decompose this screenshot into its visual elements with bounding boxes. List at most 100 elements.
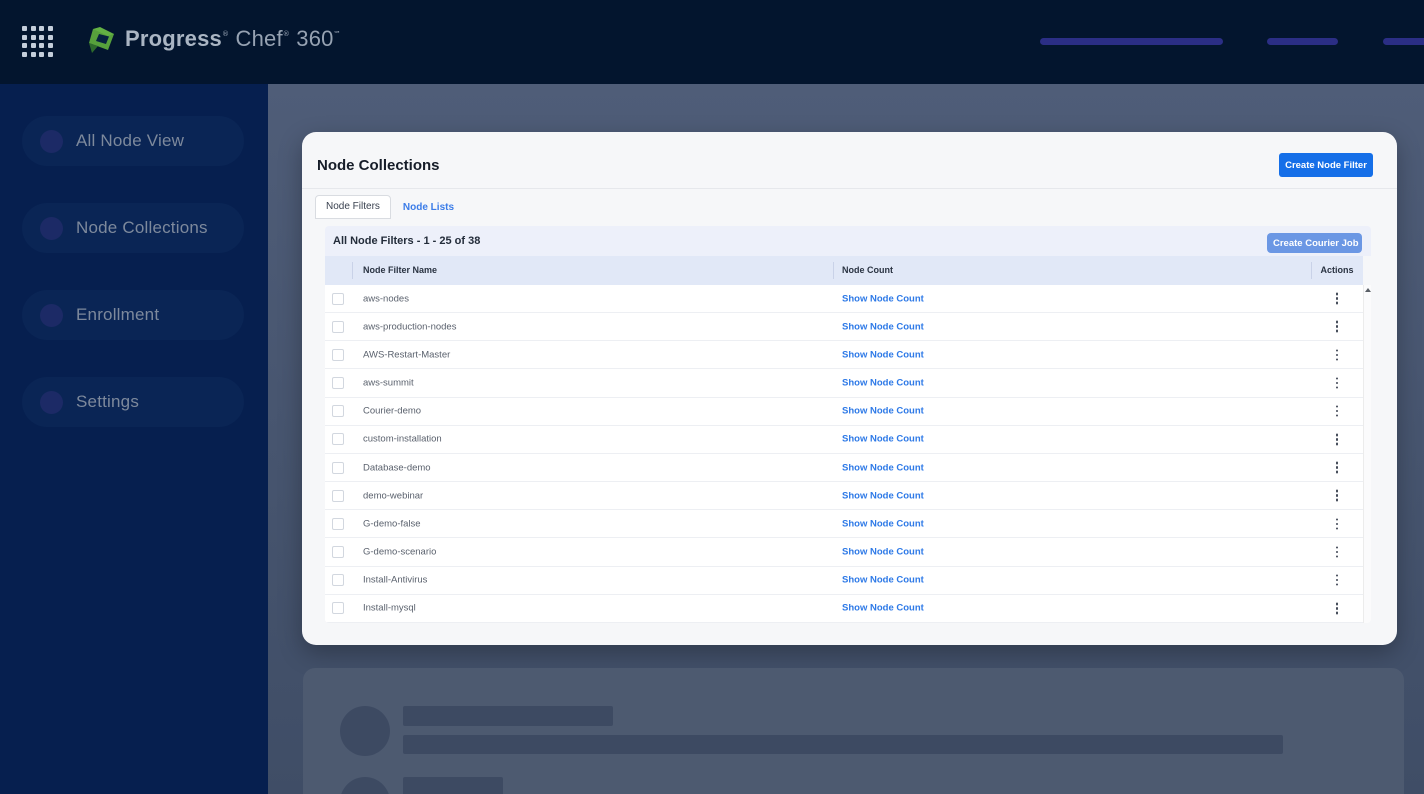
table-row: G-demo-false Show Node Count (325, 510, 1363, 539)
tab-node-lists[interactable]: Node Lists (391, 197, 464, 219)
sidebar-item[interactable]: Enrollment (22, 290, 244, 340)
node-filter-name: G-demo-false (363, 518, 421, 530)
sidebar-nav: All Node View Node Collections Enrollmen… (0, 84, 268, 427)
row-checkbox[interactable] (332, 517, 344, 530)
skeleton-bar (403, 777, 503, 794)
node-filter-name: aws-summit (363, 377, 414, 389)
table-row: aws-summit Show Node Count (325, 369, 1363, 398)
sidebar-item[interactable]: Settings (22, 377, 244, 427)
content-area: Node Collections Create Node Filter Node… (268, 84, 1424, 794)
create-courier-job-button[interactable]: Create Courier Job (1267, 233, 1362, 253)
node-filter-name: Install-mysql (363, 602, 416, 614)
skeleton-avatar (340, 706, 390, 756)
chef-logo-icon (89, 27, 114, 53)
topbar-skeleton-bar (1383, 38, 1424, 45)
show-node-count-link[interactable]: Show Node Count (842, 490, 924, 501)
tab-bar: Node Filters Node Lists (315, 195, 464, 219)
logo-text: Progress® Chef® 360℠ (125, 26, 341, 52)
panel-header: All Node Filters - 1 - 25 of 38 Create C… (325, 226, 1371, 256)
show-node-count-link[interactable]: Show Node Count (842, 603, 924, 614)
node-filter-name: Install-Antivirus (363, 574, 428, 586)
sidebar-item-label: All Node View (76, 131, 185, 150)
sidebar-item-label: Node Collections (76, 218, 208, 237)
column-header-name: Node Filter Name (363, 265, 438, 275)
skeleton-avatar (340, 777, 390, 794)
sidebar: All Node View Node Collections Enrollmen… (0, 84, 268, 794)
table-row: aws-production-nodes Show Node Count (325, 313, 1363, 342)
show-node-count-link[interactable]: Show Node Count (842, 546, 924, 557)
table-row: Install-Antivirus Show Node Count (325, 566, 1363, 595)
show-node-count-link[interactable]: Show Node Count (842, 349, 924, 360)
row-checkbox[interactable] (332, 461, 344, 474)
show-node-count-link[interactable]: Show Node Count (842, 575, 924, 586)
node-filter-name: AWS-Restart-Master (363, 349, 451, 361)
skeleton-bar (403, 706, 613, 726)
row-actions-kebab-icon[interactable] (1329, 369, 1345, 396)
row-actions-kebab-icon[interactable] (1329, 313, 1345, 340)
logo-product-reg: ® (282, 30, 290, 38)
node-filter-name: demo-webinar (363, 490, 424, 502)
row-actions-kebab-icon[interactable] (1329, 398, 1345, 425)
nav-dot-icon (40, 129, 63, 153)
scrollbar-up-arrow-icon[interactable] (1364, 288, 1371, 292)
row-actions-kebab-icon[interactable] (1329, 510, 1345, 537)
row-checkbox[interactable] (332, 545, 344, 558)
node-filter-name: aws-production-nodes (363, 321, 457, 333)
column-separator (833, 262, 834, 279)
row-checkbox[interactable] (332, 320, 344, 333)
sidebar-item-label: Enrollment (76, 305, 160, 324)
show-node-count-link[interactable]: Show Node Count (842, 321, 924, 332)
table-header: Node Filter Name Node Count Actions (325, 256, 1363, 285)
topbar-skeleton-bar (1040, 38, 1223, 45)
create-node-filter-button[interactable]: Create Node Filter (1279, 153, 1373, 177)
row-actions-kebab-icon[interactable] (1329, 426, 1345, 453)
row-actions-kebab-icon[interactable] (1329, 454, 1345, 481)
table-row: Database-demo Show Node Count (325, 453, 1363, 483)
node-filter-name: G-demo-scenario (363, 546, 437, 558)
row-checkbox[interactable] (332, 489, 344, 502)
table-scrollbar[interactable] (1363, 285, 1371, 623)
tab-node-filters[interactable]: Node Filters (315, 195, 391, 219)
topbar: Progress® Chef® 360℠ (0, 0, 1424, 84)
node-filter-name: custom-installation (363, 433, 442, 445)
row-checkbox[interactable] (332, 574, 344, 587)
row-actions-kebab-icon[interactable] (1329, 341, 1345, 368)
logo-version-mark: ℠ (333, 30, 341, 38)
loading-skeleton-card (303, 668, 1404, 794)
app-launcher-grid-icon[interactable] (22, 26, 53, 57)
node-filter-name: Database-demo (363, 462, 431, 474)
show-node-count-link[interactable]: Show Node Count (842, 406, 924, 417)
row-actions-kebab-icon[interactable] (1329, 538, 1345, 565)
table-body: aws-nodes Show Node Count aws-production… (325, 285, 1363, 623)
page-title: Node Collections (317, 157, 440, 174)
table-row: demo-webinar Show Node Count (325, 482, 1363, 511)
row-actions-kebab-icon[interactable] (1329, 595, 1345, 622)
sidebar-item-label: Settings (76, 392, 140, 411)
show-node-count-link[interactable]: Show Node Count (842, 434, 924, 445)
row-actions-kebab-icon[interactable] (1329, 482, 1345, 509)
nav-dot-icon (40, 216, 63, 240)
sidebar-item[interactable]: Node Collections (22, 203, 244, 253)
show-node-count-link[interactable]: Show Node Count (842, 293, 924, 304)
row-actions-kebab-icon[interactable] (1329, 285, 1345, 312)
row-checkbox[interactable] (332, 602, 344, 615)
table-row: Courier-demo Show Node Count (325, 397, 1363, 426)
table-row: G-demo-scenario Show Node Count (325, 538, 1363, 567)
logo-brand-reg: ® (221, 30, 230, 38)
column-separator (352, 262, 353, 279)
show-node-count-link[interactable]: Show Node Count (842, 518, 924, 529)
row-checkbox[interactable] (332, 292, 344, 305)
filters-summary: All Node Filters - 1 - 25 of 38 (333, 235, 481, 247)
row-checkbox[interactable] (332, 433, 344, 446)
sidebar-item[interactable]: All Node View (22, 116, 244, 166)
nav-dot-icon (40, 303, 63, 327)
skeleton-bar (403, 735, 1283, 754)
show-node-count-link[interactable]: Show Node Count (842, 462, 924, 473)
logo-brand: Progress (125, 26, 222, 51)
row-actions-kebab-icon[interactable] (1329, 567, 1345, 594)
row-checkbox[interactable] (332, 348, 344, 361)
row-checkbox[interactable] (332, 377, 344, 390)
table-row: AWS-Restart-Master Show Node Count (325, 341, 1363, 370)
show-node-count-link[interactable]: Show Node Count (842, 378, 924, 389)
row-checkbox[interactable] (332, 405, 344, 418)
